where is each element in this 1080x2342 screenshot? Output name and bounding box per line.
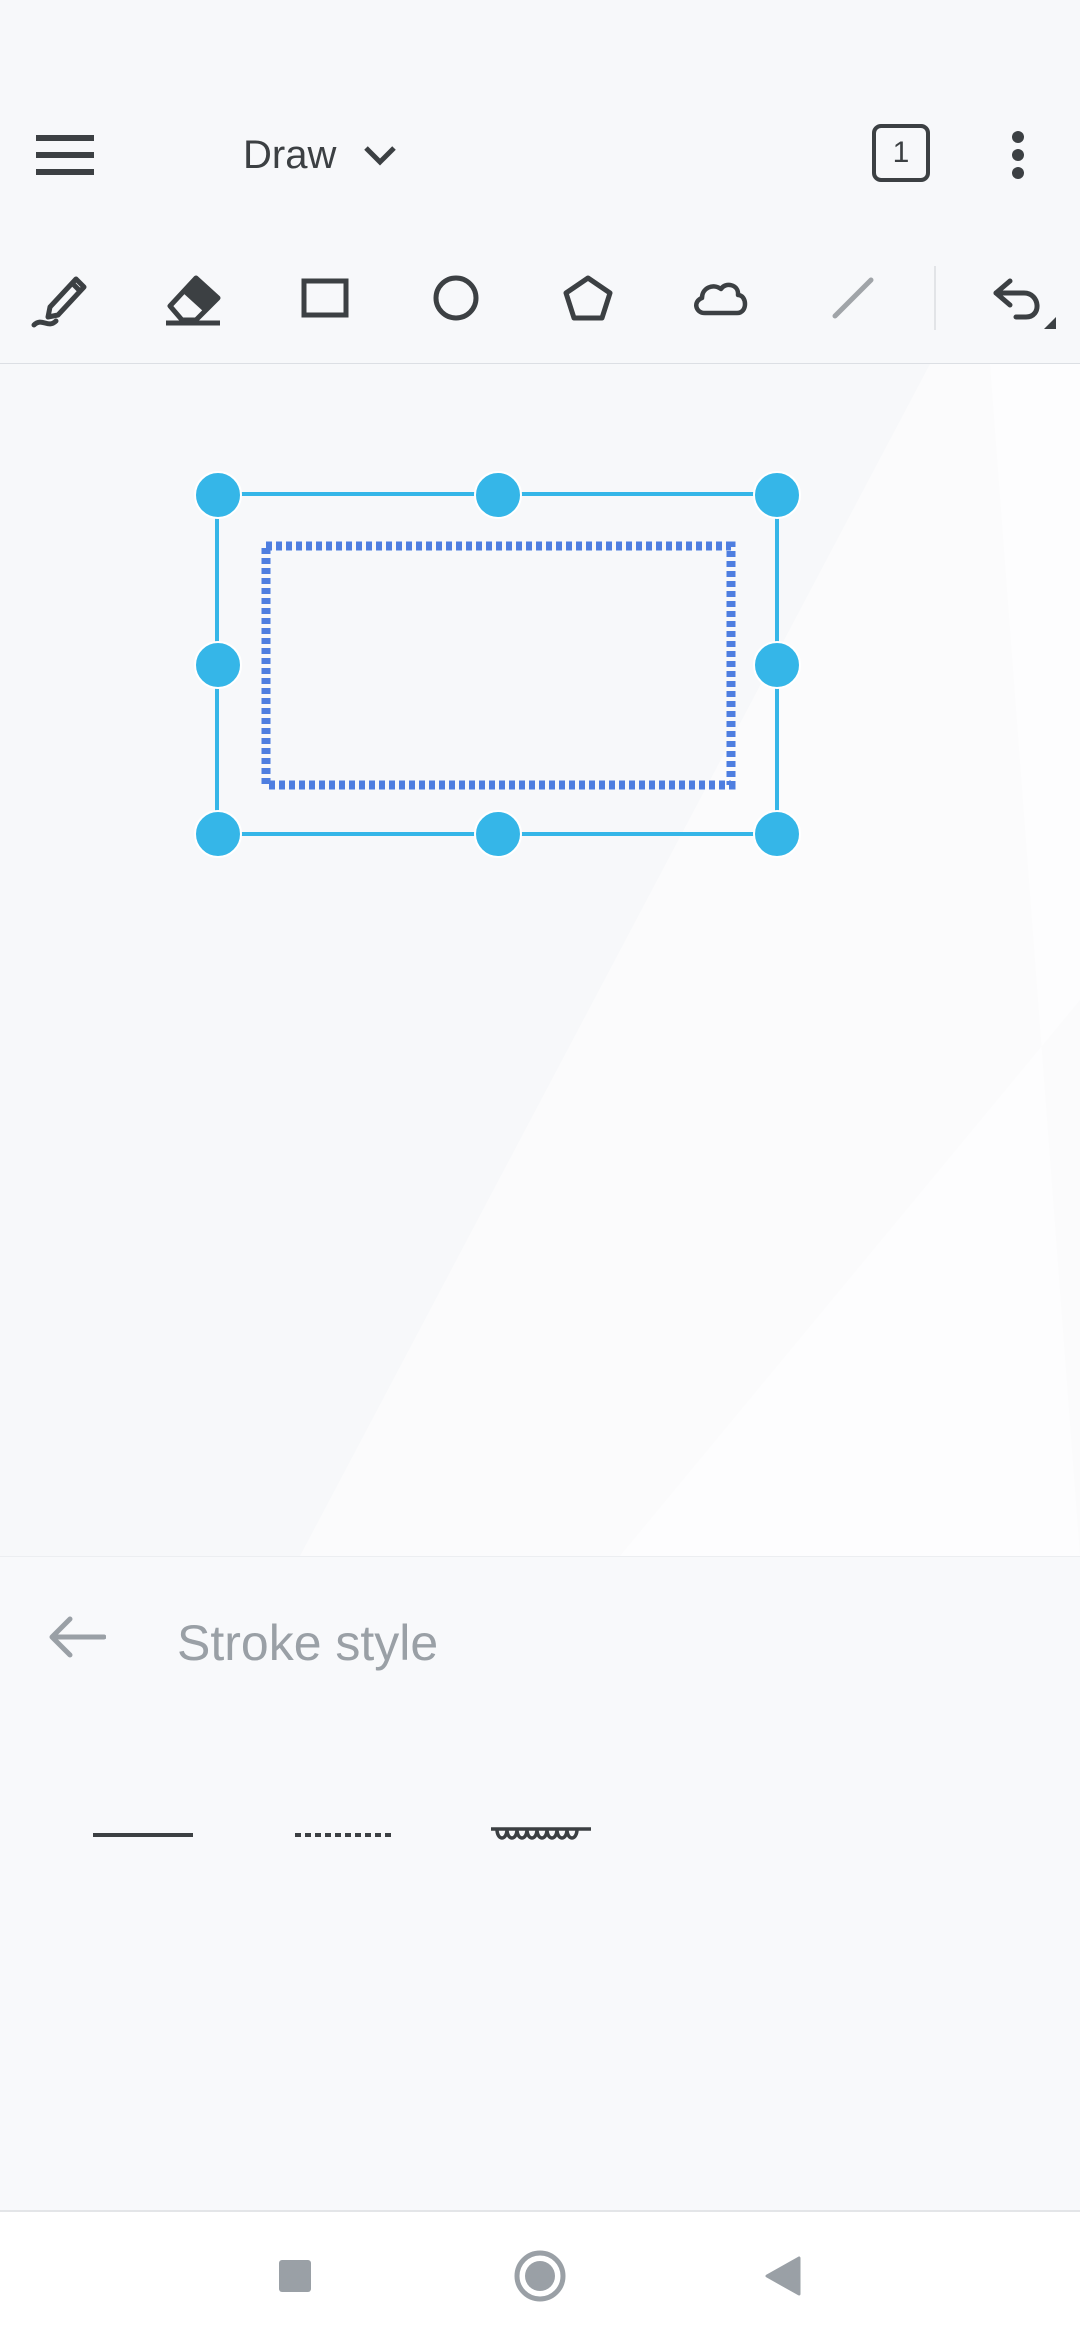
resize-handle-top-left[interactable] <box>194 471 242 519</box>
toolbar-divider <box>934 266 936 330</box>
page-count: 1 <box>892 136 910 169</box>
resize-handle-left[interactable] <box>194 641 242 689</box>
more-options-icon[interactable] <box>990 115 1046 195</box>
drawing-toolbar <box>0 238 1080 364</box>
resize-handle-top[interactable] <box>474 471 522 519</box>
cloud-tool-icon[interactable] <box>685 263 755 333</box>
square-icon <box>279 2260 311 2292</box>
resize-handle-bottom-right[interactable] <box>753 810 801 858</box>
pen-tool-icon[interactable] <box>25 263 95 333</box>
stroke-solid-option[interactable] <box>80 1800 206 1870</box>
back-arrow-icon[interactable] <box>36 1602 116 1672</box>
canvas-drawing <box>194 364 1080 1556</box>
stroke-dashed-option[interactable] <box>280 1800 406 1870</box>
system-navigation-bar <box>0 2210 1080 2342</box>
panel-title: Stroke style <box>177 1615 439 1671</box>
resize-handle-top-right[interactable] <box>753 471 801 519</box>
circle-icon <box>514 2250 566 2302</box>
home-button[interactable] <box>500 2236 580 2316</box>
mode-dropdown[interactable]: Draw <box>243 130 398 180</box>
resize-handle-bottom-left[interactable] <box>194 810 242 858</box>
chevron-down-icon <box>362 143 398 167</box>
resize-handle-right[interactable] <box>753 641 801 689</box>
menu-icon[interactable] <box>20 110 110 200</box>
undo-icon[interactable] <box>978 263 1068 343</box>
page-count-button[interactable]: 1 <box>872 124 930 182</box>
line-tool-icon[interactable] <box>818 263 888 333</box>
mode-title: Draw <box>243 132 337 177</box>
rectangle-tool-icon[interactable] <box>290 263 360 333</box>
resize-handle-bottom[interactable] <box>474 810 522 858</box>
drawing-canvas[interactable] <box>0 364 1080 1556</box>
back-button[interactable] <box>742 2236 822 2316</box>
top-app-bar: Draw 1 <box>0 0 1080 238</box>
stroke-style-panel <box>0 1556 1080 2211</box>
polygon-tool-icon[interactable] <box>553 263 623 333</box>
stroke-wavy-option[interactable] <box>478 1800 604 1870</box>
triangle-back-icon <box>765 2256 801 2296</box>
recent-apps-button[interactable] <box>255 2236 335 2316</box>
ellipse-tool-icon[interactable] <box>421 263 491 333</box>
eraser-tool-icon[interactable] <box>158 263 228 333</box>
rectangle-shape[interactable] <box>261 541 736 790</box>
